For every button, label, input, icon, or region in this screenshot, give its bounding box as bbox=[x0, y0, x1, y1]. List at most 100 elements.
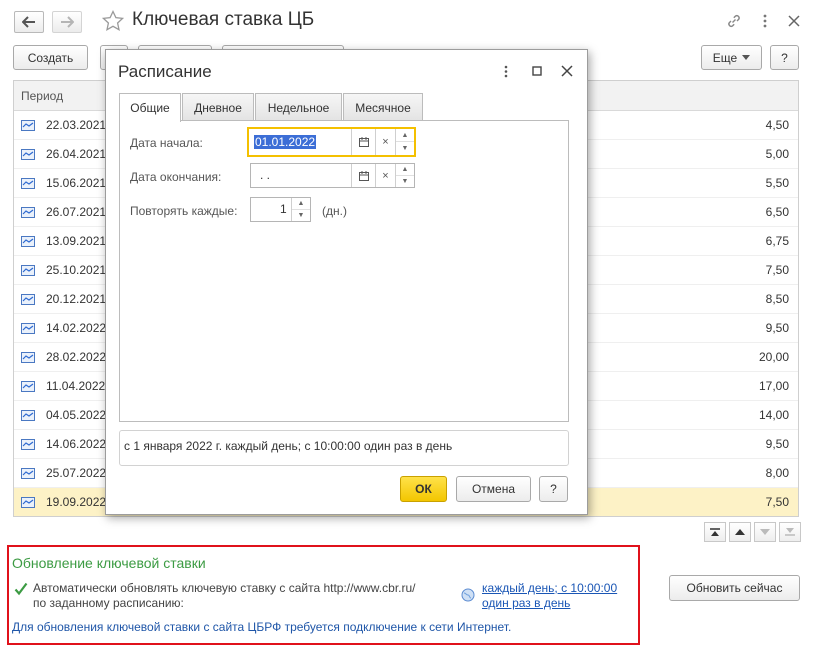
row-date: 19.09.2022 bbox=[46, 495, 107, 509]
repeat-unit: (дн.) bbox=[322, 204, 347, 218]
record-icon bbox=[21, 178, 35, 189]
dialog-title: Расписание bbox=[118, 62, 212, 81]
tab-weekly[interactable]: Недельное bbox=[255, 93, 342, 121]
up-icon bbox=[735, 529, 745, 535]
schedule-link[interactable]: каждый день; с 10:00:00 один раз в день bbox=[482, 581, 617, 611]
clear-icon[interactable]: × bbox=[375, 129, 395, 155]
record-icon bbox=[21, 265, 35, 276]
info-text: Для обновления ключевой ставки с сайта Ц… bbox=[12, 620, 512, 634]
close-icon[interactable] bbox=[559, 63, 575, 79]
row-rate: 7,50 bbox=[765, 263, 789, 277]
row-rate: 5,50 bbox=[765, 176, 789, 190]
tab-daily[interactable]: Дневное bbox=[182, 93, 254, 121]
first-row-button[interactable] bbox=[704, 522, 726, 542]
calendar-icon[interactable] bbox=[351, 129, 375, 155]
row-rate: 20,00 bbox=[758, 350, 789, 364]
row-date: 20.12.2021 bbox=[46, 292, 107, 306]
row-date: 25.10.2021 bbox=[46, 263, 107, 277]
repeat-spinner[interactable]: ▲ ▼ bbox=[291, 198, 310, 221]
record-icon bbox=[21, 410, 35, 421]
row-rate: 9,50 bbox=[765, 437, 789, 451]
row-date: 22.03.2021 bbox=[46, 118, 107, 132]
row-rate: 8,00 bbox=[765, 466, 789, 480]
start-date-value: 01.01.2022 bbox=[254, 135, 317, 149]
record-icon bbox=[21, 497, 35, 508]
schedule-dialog: Расписание Общие Дневное Недельное Месяч… bbox=[105, 49, 588, 515]
date-spinner[interactable]: ▲ ▼ bbox=[395, 164, 414, 187]
more-button-label: Еще bbox=[712, 50, 738, 65]
ok-button[interactable]: ОК bbox=[400, 476, 447, 502]
row-date: 04.05.2022 bbox=[46, 408, 107, 422]
end-date-label: Дата окончания: bbox=[130, 170, 222, 184]
row-rate: 5,00 bbox=[765, 147, 789, 161]
row-date: 13.09.2021 bbox=[46, 234, 107, 248]
clear-icon[interactable]: × bbox=[375, 164, 395, 187]
column-period[interactable]: Период bbox=[21, 89, 63, 103]
record-icon bbox=[21, 294, 35, 305]
row-date: 26.04.2021 bbox=[46, 147, 107, 161]
prev-row-button[interactable] bbox=[729, 522, 751, 542]
repeat-field[interactable]: 1 ▲ ▼ bbox=[250, 197, 311, 222]
row-rate: 4,50 bbox=[765, 118, 789, 132]
row-date: 15.06.2021 bbox=[46, 176, 107, 190]
maximize-icon[interactable] bbox=[529, 63, 545, 79]
arrow-left-icon bbox=[22, 16, 35, 28]
section-title: Обновление ключевой ставки bbox=[12, 555, 206, 571]
create-button[interactable]: Создать bbox=[13, 45, 88, 70]
help-button[interactable]: ? bbox=[770, 45, 799, 70]
schedule-link-line1: каждый день; с 10:00:00 bbox=[482, 581, 618, 595]
repeat-label: Повторять каждые: bbox=[130, 204, 238, 218]
record-icon bbox=[21, 439, 35, 450]
link-icon[interactable] bbox=[725, 12, 743, 30]
end-date-field[interactable]: . . × ▲ ▼ bbox=[250, 163, 415, 188]
more-button[interactable]: Еще bbox=[701, 45, 762, 70]
close-icon[interactable] bbox=[785, 12, 803, 30]
more-vert-icon[interactable] bbox=[756, 12, 774, 30]
start-date-label: Дата начала: bbox=[130, 136, 203, 150]
chevron-down-icon bbox=[742, 55, 751, 60]
help-button[interactable]: ? bbox=[539, 476, 568, 502]
row-date: 11.04.2022 bbox=[46, 379, 106, 393]
arrow-right-icon bbox=[61, 16, 74, 28]
auto-update-line2: по заданному расписанию: bbox=[33, 596, 184, 610]
row-date: 28.02.2022 bbox=[46, 350, 107, 364]
calendar-icon[interactable] bbox=[351, 164, 375, 187]
row-rate: 7,50 bbox=[765, 495, 789, 509]
record-icon bbox=[21, 120, 35, 131]
record-icon bbox=[21, 381, 35, 392]
row-rate: 14,00 bbox=[758, 408, 789, 422]
cancel-button[interactable]: Отмена bbox=[456, 476, 531, 502]
next-row-button[interactable] bbox=[754, 522, 776, 542]
row-rate: 9,50 bbox=[765, 321, 789, 335]
star-icon[interactable] bbox=[101, 9, 125, 33]
back-button[interactable] bbox=[14, 11, 44, 33]
row-rate: 6,50 bbox=[765, 205, 789, 219]
globe-icon bbox=[461, 588, 475, 602]
more-vert-icon[interactable] bbox=[498, 63, 514, 79]
forward-button[interactable] bbox=[52, 11, 82, 33]
title-bar: Ключевая ставка ЦБ bbox=[0, 0, 818, 42]
auto-update-label[interactable]: Автоматически обновлять ключевую ставку … bbox=[33, 581, 416, 611]
record-icon bbox=[21, 468, 35, 479]
last-row-button[interactable] bbox=[779, 522, 801, 542]
end-date-value: . . bbox=[260, 168, 271, 182]
update-now-button[interactable]: Обновить сейчас bbox=[669, 575, 800, 601]
tab-panel: Дата начала: 01.01.2022 × ▲ ▼ Дата оконча… bbox=[119, 120, 569, 422]
row-rate: 8,50 bbox=[765, 292, 789, 306]
start-date-field[interactable]: 01.01.2022 × ▲ ▼ bbox=[247, 127, 416, 157]
repeat-value: 1 bbox=[280, 202, 287, 216]
record-icon bbox=[21, 236, 35, 247]
auto-update-checkbox[interactable] bbox=[14, 582, 28, 596]
tab-monthly[interactable]: Месячное bbox=[343, 93, 423, 121]
auto-update-line1: Автоматически обновлять ключевую ставку … bbox=[33, 581, 416, 595]
row-date: 14.06.2022 bbox=[46, 437, 107, 451]
schedule-summary: с 1 января 2022 г. каждый день; с 10:00:… bbox=[119, 430, 569, 466]
double-down-icon bbox=[785, 528, 795, 536]
schedule-link-line2: один раз в день bbox=[482, 596, 571, 610]
tab-general[interactable]: Общие bbox=[119, 93, 181, 122]
date-spinner[interactable]: ▲ ▼ bbox=[395, 129, 414, 155]
row-rate: 17,00 bbox=[758, 379, 789, 393]
page-title: Ключевая ставка ЦБ bbox=[132, 9, 315, 30]
row-date: 14.02.2022 bbox=[46, 321, 107, 335]
record-icon bbox=[21, 323, 35, 334]
